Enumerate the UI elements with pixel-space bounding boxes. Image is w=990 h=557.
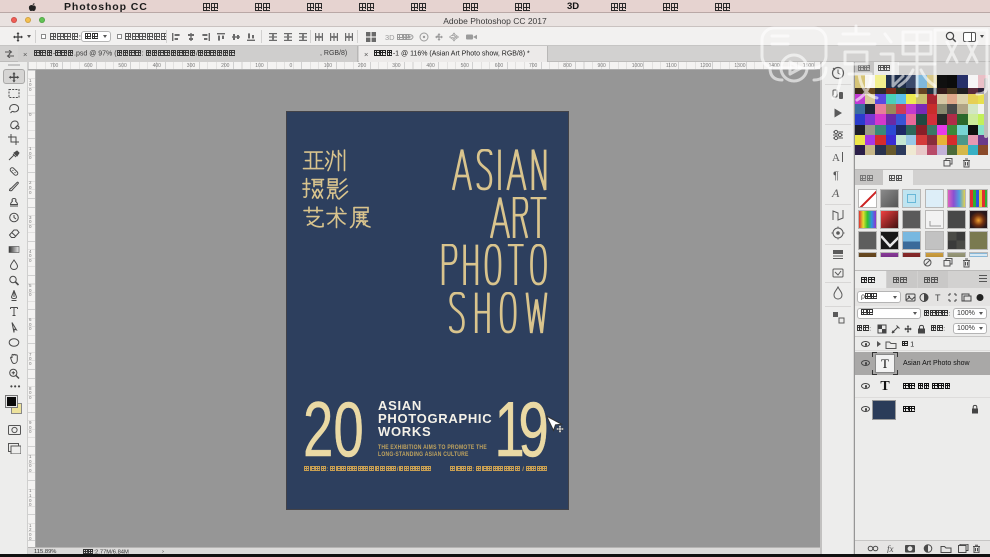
svg-text:T: T	[935, 293, 941, 303]
svg-text:¶: ¶	[833, 170, 839, 182]
svg-text:A: A	[831, 186, 840, 200]
svg-text:A: A	[832, 152, 840, 164]
svg-text:fx: fx	[887, 544, 894, 553]
